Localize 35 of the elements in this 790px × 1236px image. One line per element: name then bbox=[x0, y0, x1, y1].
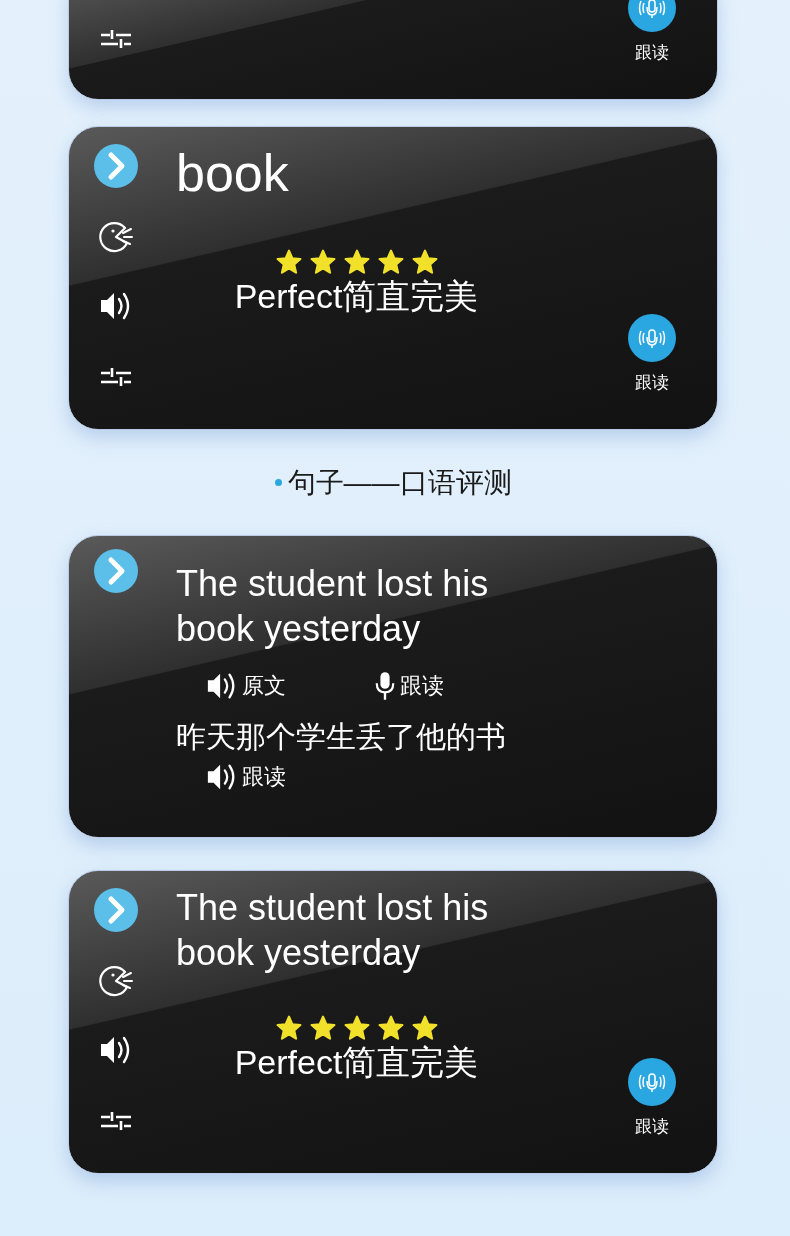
next-button[interactable] bbox=[94, 144, 138, 188]
microphone-button[interactable] bbox=[628, 313, 676, 362]
follow-label: 跟读 bbox=[635, 41, 669, 64]
star-icon bbox=[275, 249, 302, 275]
title-text: The student lost his book yesterday bbox=[176, 886, 490, 975]
star-icon bbox=[411, 249, 438, 275]
star-icon bbox=[309, 249, 336, 275]
sliders-icon[interactable] bbox=[100, 27, 132, 49]
sliders-icon[interactable] bbox=[100, 365, 132, 387]
mouth-icon[interactable] bbox=[99, 219, 133, 253]
sliders-icon[interactable] bbox=[100, 1109, 132, 1131]
play-original-button[interactable]: 原文 bbox=[206, 669, 286, 702]
sentence-text: The student lost his book yesterday bbox=[176, 562, 490, 651]
star-icon bbox=[309, 1015, 336, 1041]
star-icon bbox=[411, 1015, 438, 1041]
bullet-icon bbox=[274, 479, 282, 486]
mouth-icon[interactable] bbox=[99, 963, 133, 997]
microphone-button[interactable] bbox=[628, 1057, 676, 1106]
score-verdict: Perfect简直完美 bbox=[234, 1042, 479, 1083]
star-icon bbox=[377, 1015, 404, 1041]
next-button[interactable] bbox=[94, 549, 138, 593]
next-button[interactable] bbox=[94, 888, 138, 932]
title-text: book bbox=[176, 143, 290, 204]
star-icon bbox=[377, 249, 404, 275]
section-title: 句子——口语评测 bbox=[287, 465, 512, 500]
translation-follow-button[interactable]: 跟读 bbox=[206, 760, 717, 793]
star-icon bbox=[343, 249, 370, 275]
translation-text: 昨天那个学生丢了他的书 bbox=[176, 719, 507, 755]
follow-label: 跟读 bbox=[635, 1115, 669, 1138]
microphone-icon bbox=[374, 670, 396, 701]
star-icon bbox=[275, 1015, 302, 1041]
score-verdict: Perfect简直完美 bbox=[234, 276, 479, 317]
star-icon bbox=[343, 1015, 370, 1041]
follow-read-button[interactable]: 跟读 bbox=[374, 669, 444, 702]
follow-label: 跟读 bbox=[635, 371, 669, 394]
